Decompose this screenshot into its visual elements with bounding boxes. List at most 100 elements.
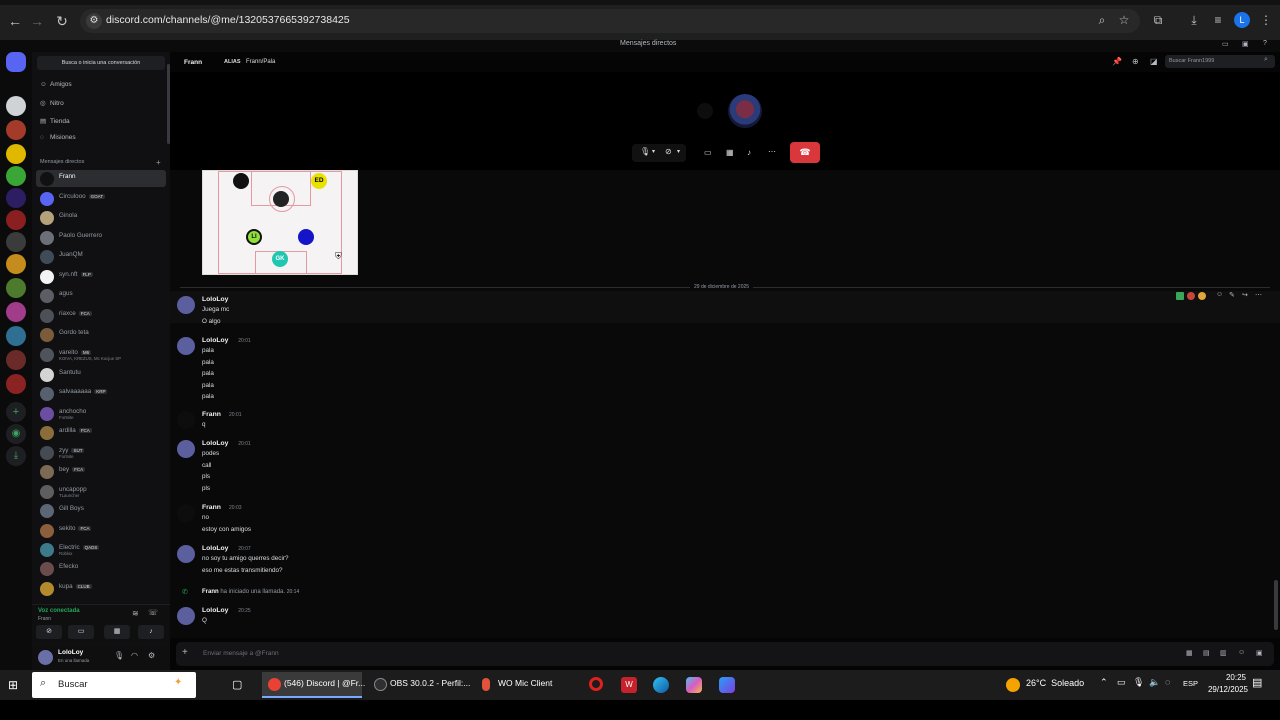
avatar[interactable] bbox=[38, 650, 53, 665]
windows-start-icon[interactable]: ⊞ bbox=[8, 678, 22, 692]
clock-time[interactable]: 20:25 bbox=[1206, 673, 1246, 682]
sticker-icon[interactable]: ▥ bbox=[1220, 649, 1227, 657]
dm-item[interactable]: kupa CLUB bbox=[36, 580, 166, 597]
extensions-icon[interactable]: ⧉ bbox=[1150, 12, 1166, 28]
address-bar[interactable]: ⚙ discord.com/channels/@me/1320537665392… bbox=[80, 9, 1140, 33]
opera-icon[interactable] bbox=[589, 677, 603, 691]
avatar[interactable] bbox=[177, 411, 195, 429]
add-server-icon[interactable]: + bbox=[6, 402, 26, 422]
dm-item[interactable]: Gill Boys bbox=[36, 502, 166, 519]
soundboard-icon[interactable]: ♪ bbox=[747, 148, 751, 157]
emoji-icon[interactable]: ☺ bbox=[1238, 649, 1245, 656]
add-friends-icon[interactable]: ⊕ bbox=[1132, 57, 1139, 66]
participant-avatar[interactable] bbox=[697, 103, 713, 119]
hang-up-button[interactable]: ☎ bbox=[790, 142, 820, 163]
dm-item[interactable]: Frann bbox=[36, 170, 166, 187]
noise-suppression-icon[interactable]: ≋ bbox=[132, 609, 139, 618]
server-icon[interactable] bbox=[6, 166, 26, 186]
downloads-icon[interactable]: ⤓ bbox=[1186, 12, 1202, 28]
task-view-icon[interactable]: ▢ bbox=[232, 678, 242, 691]
dm-name[interactable]: Frann bbox=[184, 59, 202, 66]
bookmark-star-icon[interactable]: ☆ bbox=[1116, 12, 1132, 28]
server-icon[interactable] bbox=[6, 350, 26, 370]
message-author[interactable]: LoloLoy bbox=[202, 440, 228, 447]
settings-gear-icon[interactable]: ⚙ bbox=[148, 651, 155, 660]
username[interactable]: LoloLoy bbox=[58, 649, 83, 656]
activities-icon[interactable]: ▦ bbox=[726, 148, 734, 157]
find-conversation-button[interactable]: Busca o inicia una conversación bbox=[37, 56, 165, 70]
image-attachment[interactable]: ED LI GK ⛨ bbox=[202, 170, 358, 275]
server-icon[interactable] bbox=[6, 278, 26, 298]
wps-icon[interactable]: W bbox=[621, 677, 637, 693]
participant-avatar[interactable] bbox=[728, 94, 762, 128]
screen-share-button[interactable]: ▭ bbox=[68, 625, 94, 639]
dm-item[interactable]: zyy SUT Fortnite bbox=[36, 444, 166, 461]
server-icon[interactable] bbox=[6, 232, 26, 252]
network-icon[interactable]: ◌ bbox=[1165, 677, 1170, 687]
message-input[interactable]: Enviar mensaje a @Frann bbox=[203, 650, 279, 657]
taskbar-app-obs[interactable]: OBS 30.0.2 - Perfil:... bbox=[368, 672, 470, 698]
message-author[interactable]: Frann bbox=[202, 504, 221, 511]
tray-app-icon[interactable]: ▭ bbox=[1117, 677, 1126, 688]
inbox-icon[interactable]: ▭ bbox=[1222, 40, 1229, 48]
dm-item[interactable]: salvaaaaaa KRP bbox=[36, 385, 166, 402]
nav-friends[interactable]: ☺ Amigos bbox=[40, 81, 72, 88]
server-icon[interactable] bbox=[6, 120, 26, 140]
server-icon[interactable] bbox=[6, 210, 26, 230]
taskbar-app-discord[interactable]: (546) Discord | @Fr... bbox=[262, 672, 365, 698]
language-indicator[interactable]: ESP bbox=[1183, 679, 1198, 688]
pin-icon[interactable]: 📌 bbox=[1112, 57, 1122, 66]
server-icon[interactable] bbox=[6, 374, 26, 394]
forward-icon[interactable]: → bbox=[28, 12, 46, 30]
weather-text[interactable]: 26°C Soleado bbox=[1026, 678, 1084, 688]
tray-mic-icon[interactable]: 🎙 bbox=[1133, 677, 1144, 688]
copilot-icon[interactable] bbox=[686, 677, 702, 693]
avatar[interactable] bbox=[177, 504, 195, 522]
create-dm-icon[interactable]: + bbox=[156, 158, 161, 167]
more-icon[interactable]: ⋯ bbox=[768, 147, 776, 156]
avatar[interactable] bbox=[177, 296, 195, 314]
nav-nitro[interactable]: ◎ Nitro bbox=[40, 99, 64, 107]
dm-item[interactable]: sekito FCA bbox=[36, 522, 166, 539]
profile-avatar[interactable]: L bbox=[1234, 12, 1250, 28]
window-icon[interactable]: ▣ bbox=[1242, 40, 1249, 48]
reload-icon[interactable]: ↻ bbox=[53, 12, 71, 30]
mic-control[interactable]: 🎙 ▾ ⊘ ▾ bbox=[632, 144, 686, 162]
dm-item[interactable]: anchocho Fortnite bbox=[36, 405, 166, 422]
nav-shop[interactable]: ▤ Tienda bbox=[40, 117, 70, 125]
url-text[interactable]: discord.com/channels/@me/132053766539273… bbox=[106, 14, 350, 26]
avatar[interactable] bbox=[177, 545, 195, 563]
dm-item[interactable]: syn.nft FLP bbox=[36, 268, 166, 285]
avatar[interactable] bbox=[177, 440, 195, 458]
avatar[interactable] bbox=[177, 607, 195, 625]
download-apps-icon[interactable]: ⤓ bbox=[6, 446, 26, 466]
server-icon[interactable] bbox=[6, 302, 26, 322]
dm-item[interactable]: Ginola bbox=[36, 209, 166, 226]
soundboard-button[interactable]: ♪ bbox=[138, 625, 164, 639]
dm-item[interactable]: riaxce FCA bbox=[36, 307, 166, 324]
server-icon[interactable] bbox=[6, 254, 26, 274]
dm-item[interactable]: vareito M6 KOIVA, KREZUS, Mc Kocjue SP bbox=[36, 346, 166, 363]
weather-sun-icon[interactable] bbox=[1006, 678, 1020, 692]
activities-button[interactable]: ▦ bbox=[104, 625, 130, 639]
nav-quests[interactable]: ◌ Misiones bbox=[40, 134, 76, 141]
discord-home-icon[interactable] bbox=[6, 52, 26, 72]
dm-item[interactable]: Electric QADS Roblox bbox=[36, 541, 166, 558]
dm-item[interactable]: uncapopp TLauncher bbox=[36, 483, 166, 500]
sidebar-scrollbar[interactable] bbox=[167, 64, 170, 144]
taskbar-app-womic[interactable]: WO Mic Client bbox=[474, 672, 574, 698]
dm-item[interactable]: Santutu bbox=[36, 366, 166, 383]
headphones-icon[interactable]: ◠ bbox=[131, 651, 138, 660]
dm-item[interactable]: Efecko bbox=[36, 560, 166, 577]
message-author[interactable]: LoloLoy bbox=[202, 296, 228, 303]
zoom-icon[interactable]: ⌕ bbox=[1094, 12, 1110, 28]
help-icon[interactable]: ? bbox=[1263, 40, 1267, 47]
message-author[interactable]: Frann bbox=[202, 411, 221, 418]
server-icon[interactable] bbox=[6, 326, 26, 346]
dm-item[interactable]: JuanQM bbox=[36, 248, 166, 265]
dm-item[interactable]: Gordo teta bbox=[36, 326, 166, 343]
server-icon[interactable] bbox=[6, 188, 26, 208]
voice-channel[interactable]: Frann bbox=[38, 616, 51, 622]
disconnect-icon[interactable]: ☏ bbox=[148, 608, 158, 617]
site-info-icon[interactable]: ⚙ bbox=[86, 13, 102, 29]
